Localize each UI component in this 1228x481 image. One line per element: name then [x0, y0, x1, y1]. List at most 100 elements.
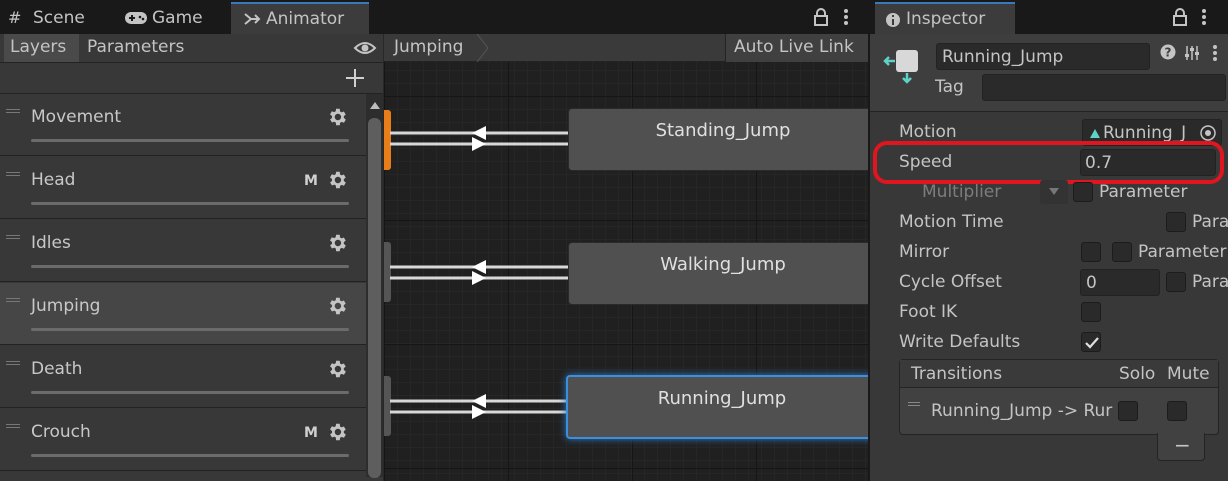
multiplier-dropdown[interactable] — [1040, 180, 1068, 204]
transition-mute-checkbox[interactable] — [1167, 401, 1187, 421]
layer-weight-bar[interactable] — [31, 454, 349, 457]
layer-weight-bar[interactable] — [31, 202, 349, 205]
layer-weight-bar[interactable] — [31, 139, 349, 142]
kebab-menu-icon[interactable] — [1200, 8, 1208, 26]
gear-icon[interactable] — [326, 295, 348, 317]
transition-arrows[interactable] — [390, 258, 570, 288]
motion-label: Motion — [899, 122, 957, 142]
svg-text:?: ? — [1165, 46, 1172, 60]
transition-arrows[interactable] — [390, 124, 570, 154]
add-layer-icon[interactable] — [345, 68, 365, 88]
gear-icon[interactable] — [326, 106, 348, 128]
tab-inspector[interactable]: Inspector — [875, 2, 1015, 34]
cycle-offset-field[interactable]: 0 — [1080, 269, 1160, 296]
drag-handle-icon[interactable] — [6, 298, 20, 299]
gear-icon[interactable] — [326, 358, 348, 380]
state-running-jump[interactable]: Running_Jump — [566, 375, 878, 439]
lock-icon[interactable] — [813, 8, 829, 26]
drag-handle-icon[interactable] — [6, 172, 20, 173]
drag-handle-icon[interactable] — [6, 235, 20, 236]
cycle-offset-value: 0 — [1086, 273, 1097, 293]
foot-ik-checkbox[interactable] — [1081, 302, 1101, 322]
transitions-list: Transitions Solo Mute Running_Jump -> Ru… — [899, 359, 1219, 435]
gamepad-icon — [125, 12, 147, 24]
drag-handle-icon[interactable] — [6, 361, 20, 362]
animator-icon — [244, 13, 261, 25]
layer-item[interactable]: Movement — [0, 94, 366, 156]
tag-label: Tag — [935, 77, 964, 97]
layer-badge: M — [304, 173, 318, 189]
subtab-parameters[interactable]: Parameters — [80, 34, 192, 62]
motion-time-param-label: Para — [1192, 212, 1228, 232]
multiplier-parameter-checkbox[interactable] — [1073, 182, 1093, 202]
drag-handle-icon[interactable] — [908, 402, 920, 403]
state-walking-jump[interactable]: Walking_Jump — [568, 242, 878, 305]
layer-item[interactable]: Head M — [0, 157, 366, 219]
tab-game[interactable]: Game — [112, 2, 230, 34]
layer-weight-bar[interactable] — [31, 391, 349, 394]
subtab-layers[interactable]: Layers — [4, 34, 79, 62]
breadcrumb[interactable]: Jumping — [384, 34, 484, 62]
right-tab-bar: Inspector — [870, 0, 1228, 34]
speed-highlight-annotation — [873, 141, 1224, 184]
state-standing-jump[interactable]: Standing_Jump — [568, 108, 878, 171]
scroll-up-icon[interactable] — [369, 100, 381, 110]
kebab-menu-icon[interactable] — [1211, 44, 1219, 62]
mirror-checkbox[interactable] — [1081, 242, 1101, 262]
gear-icon[interactable] — [326, 169, 348, 191]
multiplier-label: Multiplier — [922, 182, 1002, 202]
layers-scrollbar-thumb[interactable] — [368, 118, 381, 478]
layer-name: Idles — [31, 233, 71, 253]
layer-item[interactable]: Crouch M — [0, 409, 366, 471]
layer-badge: M — [304, 425, 318, 441]
animation-clip-icon — [1090, 129, 1100, 138]
transition-arrows[interactable] — [390, 392, 570, 422]
layer-item[interactable]: Jumping — [0, 283, 366, 345]
tab-animator[interactable]: Animator — [231, 2, 369, 34]
layer-item[interactable]: Idles — [0, 220, 366, 282]
state-icon — [883, 50, 918, 84]
mirror-parameter-checkbox[interactable] — [1112, 242, 1132, 262]
gear-icon[interactable] — [326, 421, 348, 443]
drag-handle-icon[interactable] — [6, 109, 20, 110]
multiplier-parameter-label: Parameter — [1099, 182, 1188, 202]
breadcrumb-bar: Jumping Auto Live Link — [384, 34, 868, 62]
cycle-offset-param-label: Para — [1192, 272, 1228, 292]
transition-label: Running_Jump -> Rur — [931, 401, 1113, 421]
layer-name: Head — [31, 170, 76, 190]
object-picker-icon[interactable] — [1199, 124, 1217, 142]
layer-name: Crouch — [31, 422, 91, 442]
left-tab-bar: # Scene Game Animator — [0, 0, 868, 34]
write-defaults-label: Write Defaults — [899, 332, 1021, 352]
write-defaults-checkbox[interactable] — [1081, 332, 1101, 352]
motion-time-parameter-checkbox[interactable] — [1166, 212, 1186, 232]
tab-animator-label: Animator — [266, 9, 345, 29]
remove-transition-button[interactable]: − — [1157, 433, 1205, 461]
motion-time-label: Motion Time — [899, 212, 1004, 232]
state-name-field[interactable]: Running_Jump — [936, 43, 1150, 70]
kebab-menu-icon[interactable] — [842, 8, 850, 26]
state-label: Running_Jump — [657, 388, 787, 409]
eye-icon[interactable] — [353, 40, 377, 56]
layer-name: Jumping — [31, 296, 101, 316]
preset-icon[interactable] — [1183, 44, 1201, 62]
remove-transition-label: − — [1174, 433, 1191, 457]
transition-row[interactable]: Running_Jump -> Rur — [900, 390, 1218, 434]
tag-field[interactable] — [982, 74, 1226, 101]
layer-weight-bar[interactable] — [31, 265, 349, 268]
layer-weight-bar[interactable] — [31, 328, 349, 331]
solo-label: Solo — [1119, 364, 1156, 384]
cycle-offset-parameter-checkbox[interactable] — [1166, 272, 1186, 292]
layer-item[interactable]: Death — [0, 346, 366, 408]
tab-inspector-label: Inspector — [906, 9, 986, 29]
drag-handle-icon[interactable] — [6, 424, 20, 425]
help-icon[interactable]: ? — [1160, 44, 1176, 60]
layer-name: Movement — [31, 107, 122, 127]
gear-icon[interactable] — [326, 232, 348, 254]
lock-icon[interactable] — [1172, 8, 1188, 26]
mute-label: Mute — [1167, 364, 1210, 384]
layer-name: Death — [31, 359, 83, 379]
auto-live-link-button[interactable]: Auto Live Link — [725, 34, 868, 62]
transition-solo-checkbox[interactable] — [1118, 401, 1138, 421]
tab-scene[interactable]: # Scene — [0, 2, 112, 34]
